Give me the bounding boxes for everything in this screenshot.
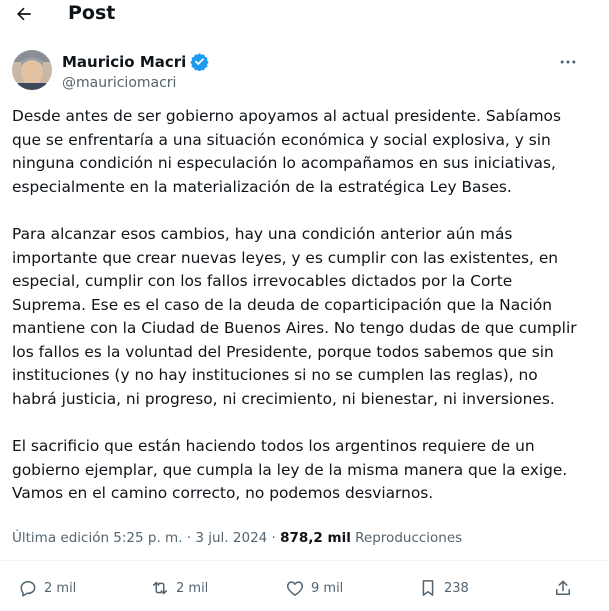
tweet-paragraph: Para alcanzar esos cambios, hay una cond… (12, 225, 577, 408)
repost-icon (153, 581, 167, 595)
action-bar: 2 mil 2 mil 9 mil 238 (0, 578, 609, 604)
repost-count: 2 mil (176, 580, 209, 596)
reply-count: 2 mil (44, 580, 77, 596)
tweet-metadata: Última edición 5:25 p. m. · 3 jul. 2024 … (12, 530, 462, 546)
page-title: Post (68, 2, 116, 24)
avatar-image (12, 50, 52, 90)
views-label: Reproducciones (350, 530, 463, 546)
views-count: 878,2 mil (280, 530, 351, 546)
top-bar: Post (0, 0, 609, 30)
arrow-left-icon[interactable] (14, 4, 34, 24)
author-handle[interactable]: @mauriciomacri (62, 75, 176, 91)
tweet-paragraph: El sacrificio que están haciendo todos l… (12, 437, 568, 502)
share-button[interactable] (553, 578, 579, 598)
divider (0, 560, 609, 561)
like-button[interactable]: 9 mil (285, 578, 343, 598)
author-name-row: Mauricio Macri (62, 52, 209, 71)
tweet-paragraph: Desde antes de ser gobierno apoyamos al … (12, 107, 561, 196)
reply-button[interactable]: 2 mil (18, 578, 76, 598)
heart-icon (286, 581, 304, 596)
more-dots-icon[interactable] (558, 52, 578, 72)
repost-button[interactable]: 2 mil (150, 578, 208, 598)
tweet-text: Desde antes de ser gobierno apoyamos al … (12, 105, 587, 530)
edited-timestamp[interactable]: Última edición 5:25 p. m. · 3 jul. 2024 … (12, 530, 280, 546)
bookmark-button[interactable]: 238 (418, 578, 469, 598)
share-icon (556, 580, 570, 595)
author-display-name[interactable]: Mauricio Macri (62, 53, 186, 71)
comment-icon (20, 581, 36, 597)
bookmark-icon (422, 580, 434, 596)
like-count: 9 mil (311, 580, 344, 596)
bookmark-count: 238 (444, 580, 469, 596)
verified-badge-icon (190, 53, 209, 71)
avatar[interactable] (12, 50, 52, 90)
